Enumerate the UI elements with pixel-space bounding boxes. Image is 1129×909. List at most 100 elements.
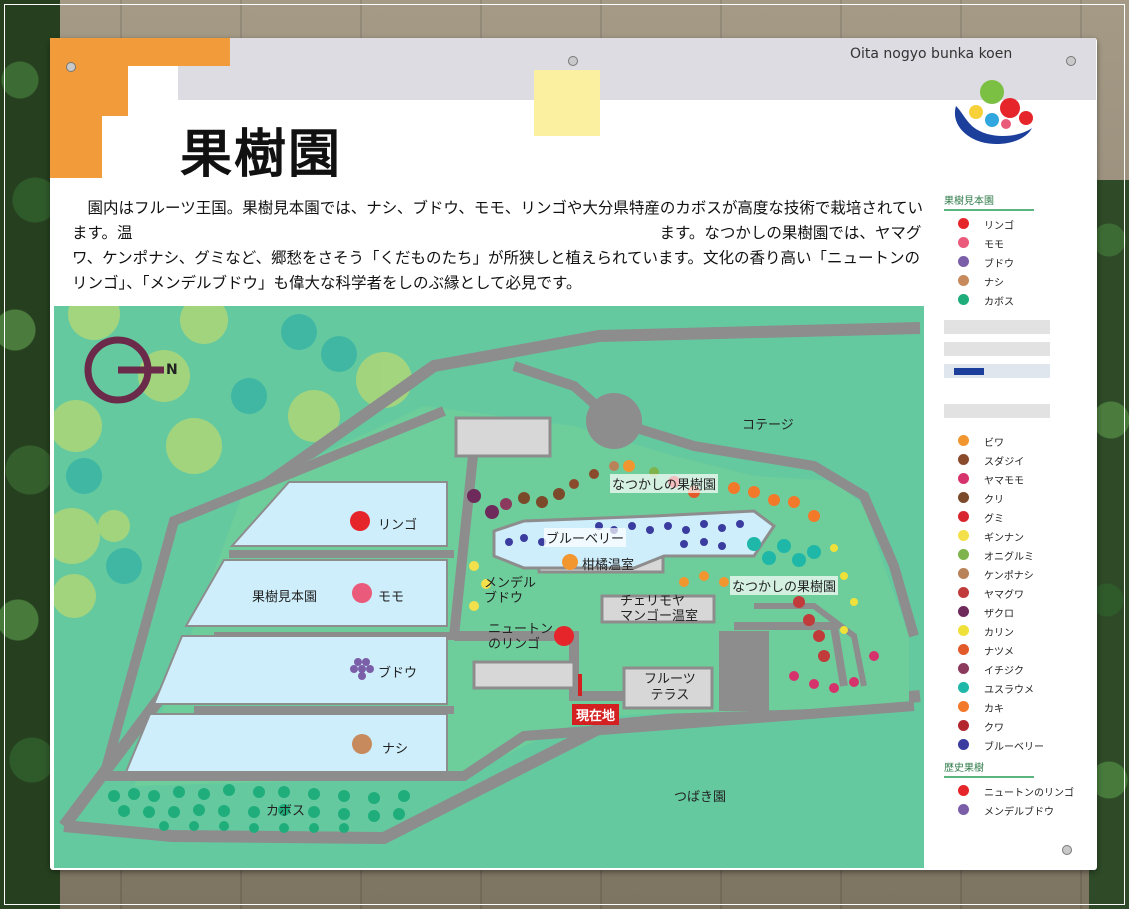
legend-item-label: ナシ [984,278,1004,289]
legend-item: ニュートンのリンゴ [944,782,1094,801]
fruit-icon [958,454,969,465]
map-label-fruit-terrace: フルーツ テラス [644,672,696,703]
fruit-icon [958,682,969,693]
yellow-square [534,70,600,136]
map-label-budou: ブドウ [378,666,418,681]
legend-item-label: ナツメ [984,647,1014,658]
map-label-momo: モモ [378,590,405,605]
fruit-icon [958,294,969,305]
legend-item-label: オニグルミ [984,552,1034,563]
legend-item-label: カキ [984,704,1004,715]
legend-heading-mihon: 果樹見本園 [944,192,1034,211]
fruit-icon [958,435,969,446]
orange-corner-block [50,38,230,66]
legend-item: ナシ [944,272,1094,291]
map-label-mihon: 果樹見本園 [252,590,318,605]
brand-text: Oita nogyo bunka koen [850,46,1013,62]
intro-paragraph: 園内はフルーツ王国。果樹見本園では、ナシ、ブドウ、モモ、リンゴや大分県特産のカボ… [72,199,923,292]
covered-strip [944,342,1050,356]
legend-item: ヤマグワ [944,584,1094,603]
legend-item-label: イチジク [984,666,1024,677]
current-location-badge: 現在地 [572,704,620,725]
legend-item-label: スダジイ [984,457,1025,468]
legend-item: カキ [944,698,1094,717]
fruit-icon [958,256,969,267]
fruit-icon [958,720,969,731]
legend-item-label: ケンポナシ [984,571,1034,582]
map-label-kankitsu: 柑橘温室 [582,558,635,573]
legend-item: カリン [944,622,1094,641]
page-title: 果樹園 [180,125,343,185]
map-label-mendel: メンデル ブドウ [484,576,537,606]
legend-item: ザクロ [944,603,1094,622]
legend-item-label: クリ [984,495,1004,506]
legend-item-label: カリン [984,628,1014,639]
screw-icon [1066,56,1076,66]
fruit-icon [958,549,969,560]
legend-item: ギンナン [944,527,1094,546]
orange-corner-block [50,66,128,116]
map-label-tsubaki: つばき園 [674,790,727,805]
legend-item: ブドウ [944,253,1094,272]
legend-group-natsukashi-wrap: ビワスダジイヤマモモクリグミギンナンオニグルミケンポナシヤマグワザクロカリンナツ… [944,432,1094,820]
legend-item-label: ブドウ [984,259,1014,270]
fruit-icon [958,785,969,796]
park-logo-icon [954,80,1033,144]
legend-item-label: ギンナン [984,533,1024,544]
fruit-icon [958,568,969,579]
legend-item: モモ [944,234,1094,253]
legend-item: グミ [944,508,1094,527]
covered-strip [944,404,1050,418]
legend-item-label: ヤマグワ [984,590,1024,601]
fruit-icon [958,275,969,286]
legend-item: ヤマモモ [944,470,1094,489]
legend-group-rekishi: ニュートンのリンゴメンデルブドウ [944,782,1094,820]
orange-corner-block [50,116,102,178]
legend-item: メンデルブドウ [944,801,1094,820]
fruit-icon [958,625,969,636]
fruit-icon [958,511,969,522]
legend-item-label: ヤマモモ [984,476,1024,487]
legend-item-label: グミ [984,514,1004,525]
map-label-blueberry: ブルーベリー [544,528,627,547]
legend-item: イチジク [944,660,1094,679]
fruit-icon [958,218,969,229]
legend-item-label: リンゴ [984,221,1014,232]
fruit-icon [958,701,969,712]
legend-item-label: クワ [984,723,1004,734]
legend-item: スダジイ [944,451,1094,470]
fruit-icon [958,739,969,750]
map-label-nashi: ナシ [382,742,409,757]
legend-item-label: カボス [984,297,1014,308]
legend-group-mihon: リンゴモモブドウナシカボス [944,215,1094,310]
map-label-ringo: リンゴ [378,518,418,533]
legend-item: ナツメ [944,641,1094,660]
covered-strip-mark [954,368,984,375]
screw-icon [1062,845,1072,855]
map-label-natsukashi-1: なつかしの果樹園 [610,474,719,493]
legend: 果樹見本園 リンゴモモブドウナシカボス [944,192,1094,310]
fruit-icon [958,644,969,655]
map-label-cottage: コテージ [742,418,794,433]
legend-item: リンゴ [944,215,1094,234]
legend-item: ケンポナシ [944,565,1094,584]
fruit-icon [958,804,969,815]
legend-item-label: ビワ [984,438,1004,449]
orchard-map: N リンゴ 果樹見本園 モモ ブドウ ナシ カボス コテージ なつかしの果樹園 … [54,306,924,868]
legend-item: ユスラウメ [944,679,1094,698]
legend-item-label: ユスラウメ [984,685,1034,696]
legend-item-label: メンデルブドウ [984,807,1054,818]
fruit-icon [958,587,969,598]
legend-item: クワ [944,717,1094,736]
map-label-cherimoya: チェリモヤ マンゴー温室 [620,594,699,624]
covered-strip [944,364,1050,378]
legend-item: カボス [944,291,1094,310]
legend-item: オニグルミ [944,546,1094,565]
fruit-icon [958,237,969,248]
map-label-newton: ニュートン のリンゴ [488,622,554,652]
legend-item: クリ [944,489,1094,508]
fruit-icon [958,492,969,503]
fruit-icon [958,606,969,617]
legend-item: ブルーベリー [944,736,1094,755]
fruit-icon [958,663,969,674]
